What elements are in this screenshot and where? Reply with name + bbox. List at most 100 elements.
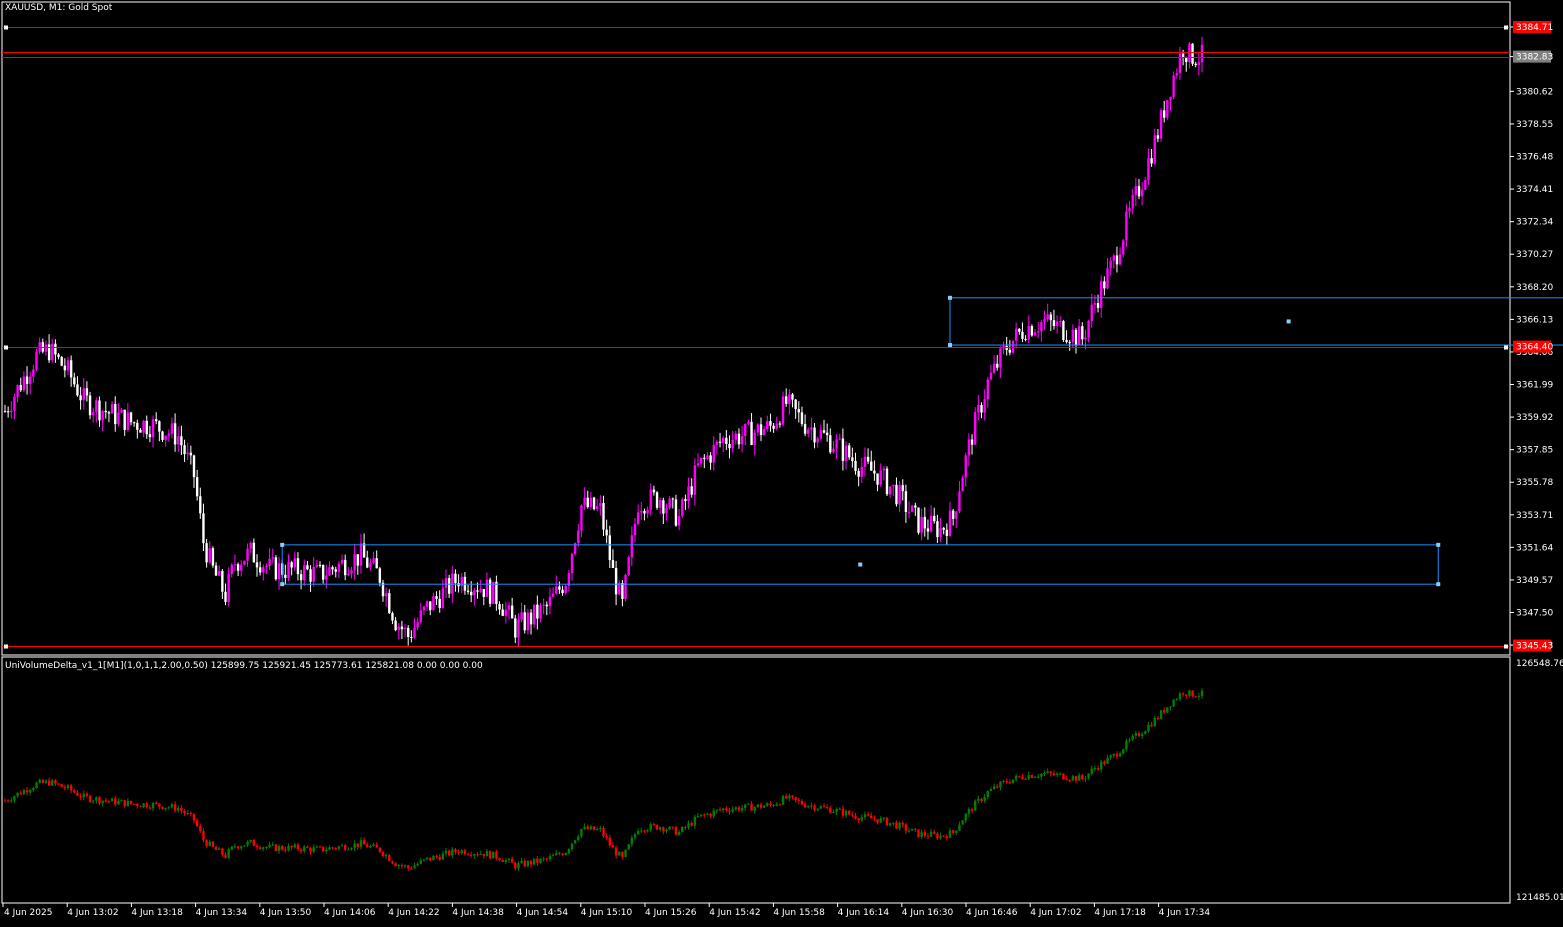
delta-body bbox=[356, 843, 359, 847]
candle-body bbox=[1125, 211, 1128, 241]
candle-body bbox=[778, 423, 782, 425]
delta-body bbox=[359, 840, 363, 847]
delta-body bbox=[1118, 753, 1122, 757]
delta-body bbox=[186, 812, 189, 814]
candle-body bbox=[391, 613, 394, 621]
price-candles[interactable] bbox=[3, 36, 1204, 647]
candle-body bbox=[1021, 331, 1024, 339]
candle-body bbox=[1118, 254, 1122, 265]
delta-body bbox=[731, 809, 734, 812]
delta-body bbox=[517, 863, 520, 869]
candle-body bbox=[980, 405, 983, 413]
candle-body bbox=[82, 388, 85, 401]
candle-body bbox=[696, 463, 700, 466]
chart-canvas[interactable]: 3384.71 3382.83 3380.62 3378.55 3376.48 3374.… bbox=[0, 0, 1563, 923]
delta-body bbox=[750, 803, 753, 811]
delta-body bbox=[586, 826, 589, 830]
candle-body bbox=[627, 557, 630, 575]
candle-body bbox=[652, 489, 656, 493]
delta-body bbox=[148, 807, 152, 809]
candle-body bbox=[246, 548, 249, 561]
delta-body bbox=[79, 795, 82, 798]
delta-body bbox=[1030, 775, 1034, 778]
delta-body bbox=[992, 786, 996, 790]
delta-body bbox=[454, 849, 457, 853]
delta-body bbox=[693, 816, 697, 826]
delta-body bbox=[199, 826, 202, 832]
candle-body bbox=[504, 609, 508, 616]
rectangle-zones[interactable] bbox=[280, 295, 1563, 587]
candle-body bbox=[1100, 281, 1103, 308]
candle-body bbox=[495, 581, 498, 605]
candle-body bbox=[1049, 314, 1052, 321]
candle-body bbox=[299, 574, 303, 581]
price-tick-label: 3374.41 bbox=[1516, 185, 1553, 195]
candle-body bbox=[180, 436, 183, 446]
candle-body bbox=[416, 622, 419, 628]
candle-body bbox=[848, 445, 851, 458]
candle-body bbox=[13, 396, 16, 411]
candle-body bbox=[325, 575, 328, 580]
delta-body bbox=[561, 854, 564, 856]
delta-body bbox=[778, 804, 782, 806]
delta-body bbox=[422, 859, 426, 861]
candle-body bbox=[255, 562, 259, 568]
delta-body bbox=[218, 848, 221, 850]
candle-body bbox=[240, 564, 243, 571]
time-tick-label: 4 Jun 13:34 bbox=[196, 908, 248, 918]
price-tick-label: 3366.13 bbox=[1516, 315, 1553, 325]
candle-body bbox=[822, 430, 826, 433]
delta-body bbox=[425, 857, 429, 860]
candle-body bbox=[110, 404, 114, 414]
delta-body bbox=[243, 845, 246, 847]
candle-body bbox=[16, 385, 19, 397]
candle-body bbox=[303, 565, 306, 581]
delta-body bbox=[589, 826, 593, 830]
price-tick-label: 3376.48 bbox=[1516, 153, 1553, 163]
delta-body bbox=[835, 809, 838, 812]
delta-body bbox=[668, 826, 671, 830]
candle-body bbox=[186, 452, 189, 455]
delta-body bbox=[762, 805, 766, 808]
delta-body bbox=[246, 841, 249, 846]
delta-body bbox=[1040, 773, 1043, 777]
delta-body bbox=[630, 837, 634, 845]
delta-body bbox=[192, 813, 196, 821]
delta-body bbox=[1059, 773, 1062, 775]
candle-body bbox=[803, 424, 807, 434]
delta-body bbox=[397, 865, 400, 867]
delta-body bbox=[249, 839, 252, 842]
candle-body bbox=[948, 510, 952, 536]
delta-body bbox=[728, 810, 731, 812]
candle-body bbox=[331, 567, 334, 570]
candle-body bbox=[529, 612, 533, 625]
candle-body bbox=[236, 564, 240, 571]
delta-body bbox=[633, 834, 637, 838]
delta-body bbox=[101, 800, 104, 804]
delta-body bbox=[618, 852, 621, 856]
candle-body bbox=[961, 477, 964, 492]
horizontal-levels[interactable] bbox=[2, 25, 1510, 649]
delta-body bbox=[832, 811, 835, 813]
delta-body bbox=[926, 835, 930, 837]
candle-body bbox=[800, 412, 804, 425]
candle-body bbox=[243, 560, 246, 565]
delta-body bbox=[38, 779, 41, 783]
candle-body bbox=[98, 400, 101, 421]
delta-body bbox=[123, 800, 126, 807]
candle-body bbox=[844, 445, 848, 461]
delta-body bbox=[781, 796, 785, 805]
candle-body bbox=[22, 376, 26, 391]
delta-body bbox=[22, 790, 26, 795]
candle-body bbox=[977, 405, 980, 413]
candle-body bbox=[671, 498, 674, 500]
candle-body bbox=[659, 500, 662, 508]
delta-body bbox=[145, 803, 148, 808]
time-tick-label: 4 Jun 14:06 bbox=[324, 908, 376, 918]
candle-body bbox=[347, 573, 350, 576]
delta-body bbox=[699, 814, 703, 817]
candle-body bbox=[507, 605, 511, 610]
chart-window[interactable]: 3384.71 3382.83 3380.62 3378.55 3376.48 3374.… bbox=[0, 0, 1563, 923]
delta-body bbox=[429, 857, 432, 861]
delta-body bbox=[662, 827, 665, 832]
